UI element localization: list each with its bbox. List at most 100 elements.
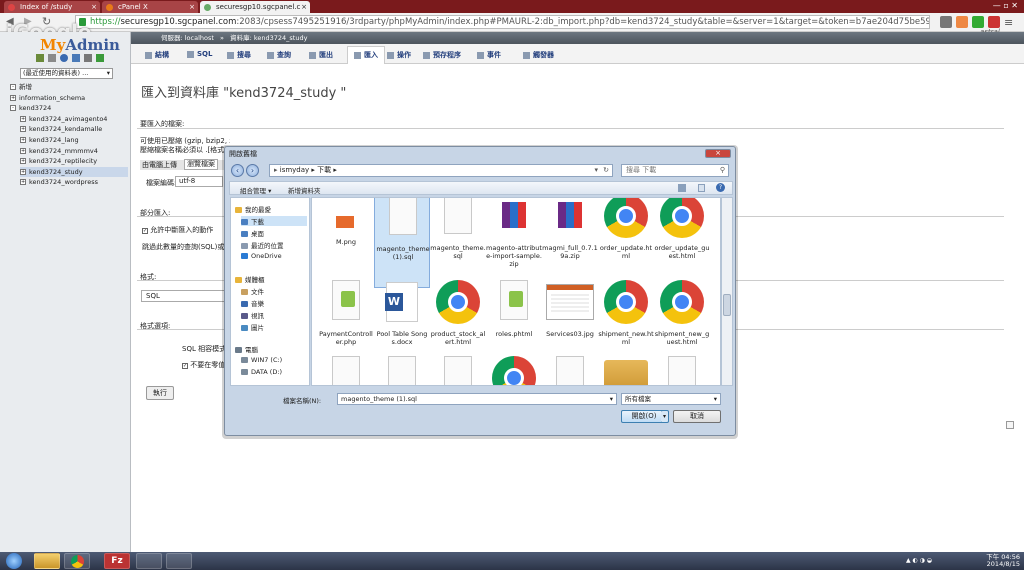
- nav-pane-item[interactable]: 音樂: [241, 298, 307, 308]
- expand-icon[interactable]: +: [20, 126, 26, 132]
- file-item[interactable]: magento_theme.sql: [430, 198, 486, 288]
- db-tree-item[interactable]: + kend3724_kendamalle: [20, 124, 128, 134]
- file-item[interactable]: [654, 354, 710, 385]
- filezilla-taskbar-icon[interactable]: Fz: [104, 553, 130, 569]
- expand-icon[interactable]: +: [20, 148, 26, 154]
- back-icon[interactable]: ‹: [231, 164, 244, 177]
- open-options-chevron-icon[interactable]: ▾: [661, 410, 669, 423]
- expand-icon[interactable]: +: [20, 116, 26, 122]
- reload-icon[interactable]: [96, 54, 104, 62]
- expand-icon[interactable]: +: [10, 95, 16, 101]
- filename-input[interactable]: magento_theme (1).sql ▾: [337, 393, 617, 405]
- console-icon[interactable]: [1006, 421, 1014, 429]
- nav-pane-item[interactable]: 電腦: [235, 344, 307, 354]
- file-item[interactable]: [430, 354, 486, 385]
- filetype-select[interactable]: 所有檔案 ▾: [621, 393, 721, 405]
- path-bar[interactable]: ▸ ismyday ▸ 下載 ▸ ▾ ↻: [269, 164, 613, 177]
- browser-tab-active[interactable]: securesgp10.sgcpanel.c ×: [200, 1, 310, 13]
- browser-tab[interactable]: Index of /study ×: [4, 1, 100, 13]
- nav-pane-item[interactable]: OneDrive: [241, 252, 307, 260]
- breadcrumb-server[interactable]: 伺服器: localhost: [161, 34, 214, 42]
- menu-tab[interactable]: 結構: [145, 50, 169, 60]
- clock[interactable]: 下午 04:56 2014/8/15: [970, 554, 1020, 568]
- explorer-taskbar-icon[interactable]: [34, 553, 60, 569]
- view-options-icon[interactable]: [678, 184, 686, 192]
- recent-tables-select[interactable]: (最近使用的資料表) ... ▾: [20, 68, 113, 79]
- checkbox[interactable]: ✓: [142, 228, 148, 234]
- docs-icon[interactable]: [72, 54, 80, 62]
- db-tree-item[interactable]: + kend3724_avimagento4: [20, 114, 128, 124]
- nav-pane-item[interactable]: 媒體櫃: [235, 274, 307, 284]
- checkbox[interactable]: ✓: [182, 363, 188, 369]
- search-input[interactable]: 搜尋 下載 ⚲: [621, 164, 729, 177]
- db-tree-item[interactable]: + kend3724_reptilecity: [20, 156, 128, 166]
- expand-icon[interactable]: +: [20, 158, 26, 164]
- nav-pane-item[interactable]: 我的最愛: [235, 204, 307, 214]
- menu-tab[interactable]: 查詢: [267, 50, 291, 60]
- logout-icon[interactable]: [48, 54, 56, 62]
- collapse-icon[interactable]: -: [10, 105, 16, 111]
- start-button[interactable]: [6, 553, 22, 569]
- expand-icon[interactable]: +: [20, 169, 26, 175]
- cancel-button[interactable]: 取消: [673, 410, 721, 423]
- chevron-down-icon[interactable]: ▾: [594, 165, 598, 176]
- db-tree-item[interactable]: - 新增: [10, 82, 128, 92]
- file-item[interactable]: magento-attribute-import-sample.zip: [486, 198, 542, 288]
- collapse-icon[interactable]: -: [10, 84, 16, 90]
- help-icon[interactable]: ?: [716, 183, 725, 192]
- execute-button[interactable]: 執行: [146, 386, 174, 400]
- nav-pane-item[interactable]: 下載: [241, 216, 307, 226]
- home-icon[interactable]: [36, 54, 44, 62]
- file-item[interactable]: magmi_full_0.7.19a.zip: [542, 198, 598, 288]
- path-segment[interactable]: ismyday: [280, 166, 309, 174]
- chevron-down-icon[interactable]: ▾: [610, 394, 613, 404]
- breadcrumb-database[interactable]: 資料庫: kend3724_study: [230, 34, 307, 42]
- menu-tab[interactable]: 預存程序: [423, 50, 461, 60]
- app-taskbar-icon[interactable]: [136, 553, 162, 569]
- menu-tab[interactable]: 匯出: [309, 50, 333, 60]
- scrollbar-thumb[interactable]: [723, 294, 731, 316]
- db-tree-item[interactable]: - kend3724: [10, 103, 128, 113]
- close-icon[interactable]: ×: [189, 1, 195, 13]
- help-icon[interactable]: [60, 54, 68, 62]
- db-tree-item[interactable]: + information_schema: [10, 93, 128, 103]
- url-field[interactable]: https://securesgp10.sgcpanel.com:2083/cp…: [75, 15, 930, 29]
- forward-icon[interactable]: ›: [246, 164, 259, 177]
- gear-icon[interactable]: [84, 54, 92, 62]
- file-item[interactable]: order_update.html: [598, 198, 654, 288]
- system-tray[interactable]: ▲ ◐ ◑ ◒: [906, 557, 966, 565]
- preview-pane-icon[interactable]: [698, 184, 705, 192]
- refresh-icon[interactable]: ↻: [603, 165, 609, 176]
- file-item[interactable]: [542, 354, 598, 385]
- organize-button[interactable]: 組合管理 ▾: [240, 185, 271, 195]
- nav-pane-item[interactable]: 桌面: [241, 228, 307, 238]
- nav-pane-item[interactable]: 圖片: [241, 322, 307, 332]
- menu-tab[interactable]: 操作: [387, 50, 411, 60]
- file-item[interactable]: M.png: [318, 198, 374, 288]
- db-tree-item[interactable]: + kend3724_mmmmv4: [20, 146, 128, 156]
- menu-tab[interactable]: SQL: [187, 50, 212, 58]
- file-item[interactable]: [486, 354, 542, 385]
- menu-icon[interactable]: ≡: [1004, 16, 1013, 29]
- file-item[interactable]: [374, 354, 430, 385]
- charset-select[interactable]: utf-8: [175, 176, 223, 187]
- nav-pane-item[interactable]: DATA (D:): [241, 368, 307, 376]
- file-item[interactable]: [598, 354, 654, 385]
- extension-icon[interactable]: [972, 16, 984, 28]
- menu-tab[interactable]: 觸發器: [523, 50, 554, 60]
- file-list-scrollbar[interactable]: [721, 197, 733, 386]
- format-select[interactable]: SQL: [141, 290, 225, 302]
- extension-icon[interactable]: [988, 16, 1000, 28]
- extension-icon[interactable]: [940, 16, 952, 28]
- file-item[interactable]: magento_theme (1).sql: [374, 198, 430, 288]
- close-icon[interactable]: ×: [91, 1, 97, 13]
- path-segment[interactable]: 下載: [317, 166, 331, 174]
- menu-tab[interactable]: 事件: [477, 50, 501, 60]
- menu-tab[interactable]: 搜尋: [227, 50, 251, 60]
- menu-tab[interactable]: 匯入: [347, 46, 385, 64]
- app-taskbar-icon[interactable]: [166, 553, 192, 569]
- nav-pane-item[interactable]: 最近的位置: [241, 240, 307, 250]
- close-icon[interactable]: ×: [301, 1, 307, 13]
- new-folder-button[interactable]: 新增資料夾: [288, 185, 321, 195]
- chrome-taskbar-icon[interactable]: [64, 553, 90, 569]
